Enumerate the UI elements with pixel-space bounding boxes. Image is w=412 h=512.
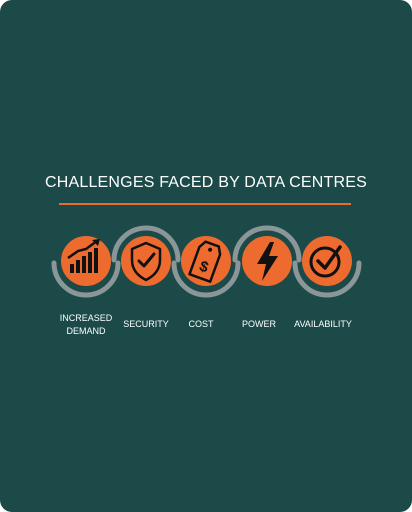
- bar-chart-trend-icon: [61, 236, 111, 286]
- infographic-card: CHALLENGES FACED BY DATA CENTRES $ INCRE…: [0, 0, 412, 512]
- price-tag-dollar-icon: $: [181, 236, 231, 286]
- label-availability: AVAILABILITY: [294, 319, 352, 329]
- shield-check-icon: [121, 236, 171, 286]
- check-circle-icon: [302, 236, 352, 286]
- lightning-bolt-icon: [242, 236, 292, 286]
- challenges-icon-row: $: [51, 225, 362, 298]
